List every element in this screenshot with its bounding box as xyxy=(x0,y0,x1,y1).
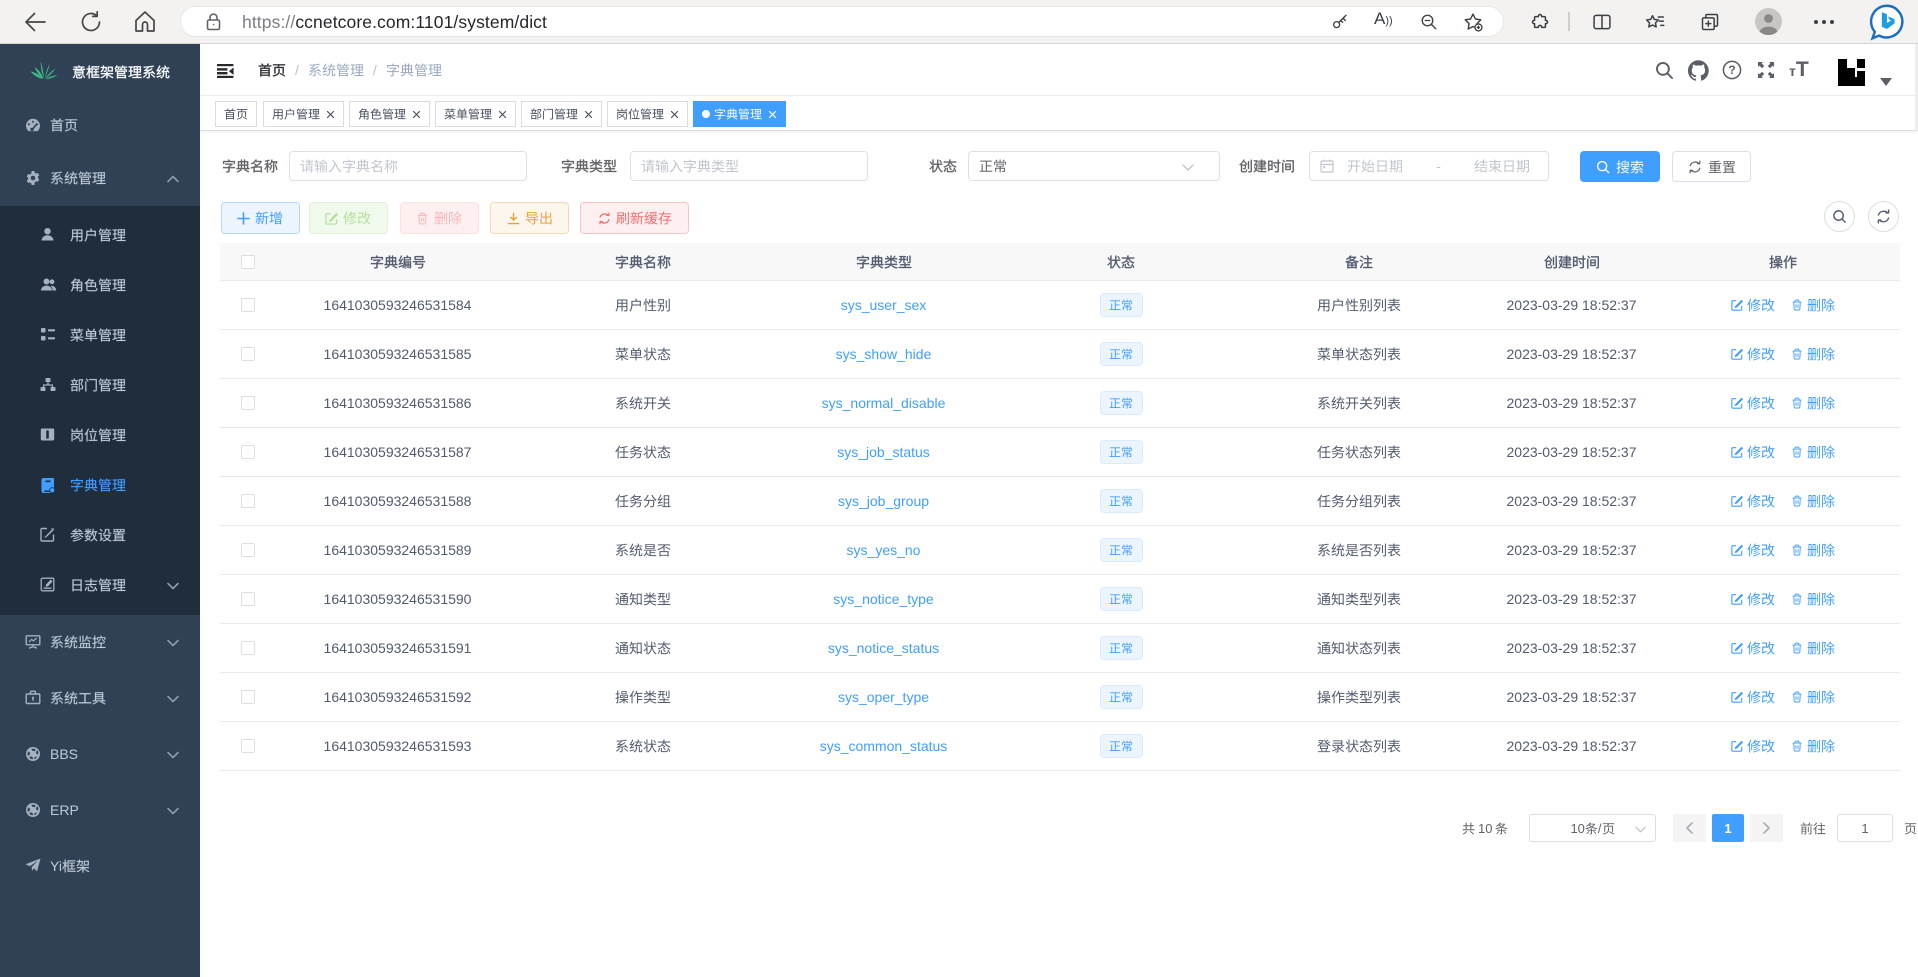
svg-text:?: ? xyxy=(1728,63,1735,77)
